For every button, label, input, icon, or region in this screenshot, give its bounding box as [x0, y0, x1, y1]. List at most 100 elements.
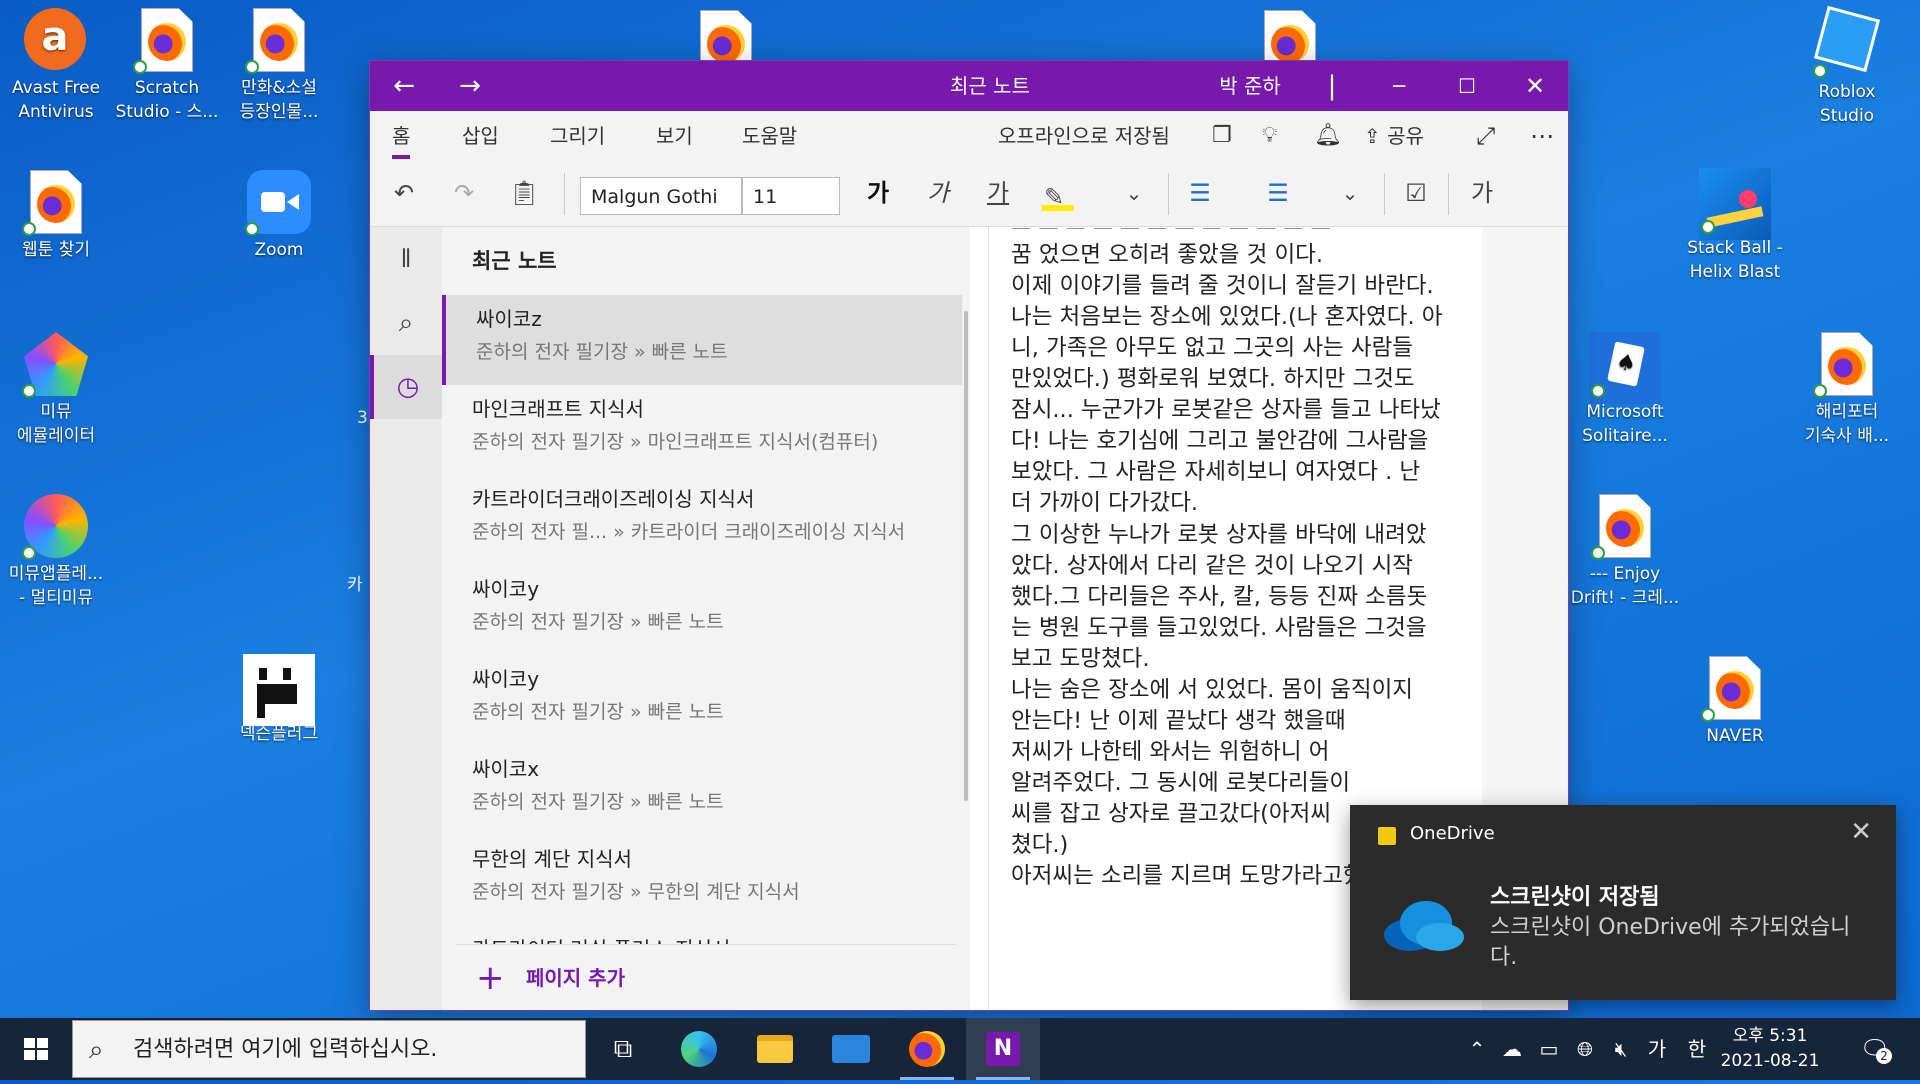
- font-name-box[interactable]: Malgun Gothi: [580, 177, 742, 215]
- desktop-icon-roblox-studio[interactable]: Roblox Studio: [1792, 5, 1902, 128]
- desktop-icon-solitaire[interactable]: ♠ Microsoft Solitaire...: [1570, 332, 1680, 448]
- onedrive-cloud-icon: [1384, 901, 1464, 951]
- desktop-icon-enjoy-drift[interactable]: --- Enjoy Drift! - 크레...: [1570, 494, 1680, 610]
- cutoff-line: ㅡ ㅡ ㅡ ㅡ ㅡ ㅡ ㅡ ㅡ ㅡ ㅡ ㅡ ㅡ: [1011, 227, 1451, 229]
- desktop-icon-label: Roblox Studio: [1818, 82, 1876, 126]
- toast-app-name: OneDrive: [1410, 823, 1495, 844]
- underline-button[interactable]: 가: [976, 173, 1020, 213]
- note-path: 준하의 전자 필기장 » 빠른 노트: [472, 791, 724, 813]
- ime-mode-indicator[interactable]: 가: [1640, 1018, 1674, 1080]
- undo-icon[interactable]: ↶: [384, 173, 424, 213]
- desktop-icon-avast[interactable]: a Avast Free Antivirus: [1, 8, 111, 124]
- add-page-button[interactable]: + 페이지 추가: [456, 944, 956, 1010]
- desktop-icon-nexon-plug[interactable]: 넥슨플러그: [224, 654, 334, 746]
- ime-language-indicator[interactable]: 한: [1680, 1018, 1714, 1080]
- maximize-icon[interactable]: ☐: [1438, 61, 1496, 111]
- chevron-down-icon[interactable]: ⌄: [1114, 173, 1154, 213]
- clock[interactable]: 오후 5:31 2021-08-21: [1715, 1024, 1825, 1074]
- bell-icon[interactable]: 🔔︎: [1314, 111, 1342, 161]
- desktop-icon-naver[interactable]: NAVER: [1680, 656, 1790, 748]
- list-item[interactable]: 무한의 계단 지식서 준하의 전자 필기장 » 무한의 계단 지식서: [442, 835, 962, 925]
- list-item[interactable]: 싸이코y 준하의 전자 필기장 » 빠른 노트: [442, 565, 962, 655]
- tab-help[interactable]: 도움말: [742, 111, 797, 161]
- clipboard-icon[interactable]: 📋︎: [504, 173, 544, 213]
- todo-tag-icon[interactable]: ☑: [1394, 173, 1438, 213]
- share-button[interactable]: ⇪ 공유: [1364, 111, 1424, 161]
- desktop-icon-stack-ball[interactable]: Stack Ball - Helix Blast: [1680, 168, 1790, 284]
- firefox-icon[interactable]: [890, 1018, 964, 1080]
- desktop-icon-harry-potter[interactable]: 해리포터 기숙사 배...: [1792, 332, 1902, 448]
- recent-clock-icon[interactable]: ◷: [370, 355, 442, 419]
- show-hidden-icons-chevron[interactable]: ⌃: [1462, 1018, 1492, 1080]
- start-button[interactable]: [0, 1018, 72, 1080]
- forward-arrow-icon[interactable]: →: [450, 61, 490, 111]
- desktop-icon-partial[interactable]: [700, 10, 752, 74]
- list-item[interactable]: 싸이코z 준하의 전자 필기장 » 빠른 노트: [442, 295, 962, 385]
- notification-center-icon[interactable]: 🗨︎ 2: [1850, 1018, 1900, 1080]
- expand-icon[interactable]: ⤢: [1476, 111, 1495, 161]
- note-title: 무한의 계단 지식서: [472, 847, 632, 871]
- desktop-icon-zoom[interactable]: Zoom: [224, 170, 334, 262]
- user-name[interactable]: 박 준하: [1190, 61, 1310, 111]
- styles-button[interactable]: 가: [1460, 173, 1504, 213]
- onenote-icon[interactable]: N: [966, 1018, 1040, 1080]
- file-explorer-icon[interactable]: [738, 1018, 812, 1080]
- avast-icon: a: [24, 8, 88, 72]
- desktop-icon-scratch[interactable]: Scratch Studio - 스...: [112, 8, 222, 124]
- note-line: 다! 나는 호기심에 그리고 불안감에 그사람을: [1011, 428, 1429, 454]
- list-item[interactable]: 마인크래프트 지식서 준하의 전자 필기장 » 마인크래프트 지식서(컴퓨터): [442, 385, 962, 475]
- notebook-list-icon[interactable]: ❐: [1212, 111, 1232, 161]
- tab-view[interactable]: 보기: [656, 111, 693, 161]
- onedrive-toast[interactable]: OneDrive ✕ 스크린샷이 저장됨 스크린샷이 OneDrive에 추가되…: [1350, 805, 1896, 1000]
- network-globe-icon[interactable]: 🌐︎: [1568, 1018, 1602, 1080]
- minimize-icon[interactable]: ─: [1370, 61, 1428, 111]
- note-path: 준하의 전자 필기장 » 마인크래프트 지식서(컴퓨터): [472, 431, 879, 453]
- italic-button[interactable]: 가: [916, 173, 960, 213]
- numbered-list-icon[interactable]: ☰: [1256, 173, 1300, 213]
- redo-icon[interactable]: ↷: [444, 173, 484, 213]
- desktop-icon-label: 미뮤 에뮬레이터: [16, 402, 96, 446]
- more-options-icon[interactable]: ⋯: [1530, 111, 1554, 161]
- taskbar-search-box[interactable]: ⌕ 검색하려면 여기에 입력하십시오.: [72, 1020, 586, 1078]
- list-item[interactable]: 싸이코x 준하의 전자 필기장 » 빠른 노트: [442, 745, 962, 835]
- list-scrollbar[interactable]: [964, 311, 968, 801]
- lightbulb-icon[interactable]: 💡︎: [1262, 111, 1277, 161]
- bold-button[interactable]: 가: [856, 173, 900, 213]
- notebooks-icon[interactable]: 𝍪: [370, 227, 442, 291]
- clock-date: 2021-08-21: [1720, 1051, 1820, 1071]
- close-icon[interactable]: ✕: [1850, 817, 1872, 847]
- close-icon[interactable]: ✕: [1506, 61, 1564, 111]
- desktop-icon-label: NAVER: [1706, 726, 1764, 746]
- desktop-icon-partial[interactable]: [1264, 10, 1316, 74]
- desktop-icon-partial-label: 3: [357, 408, 368, 428]
- title-bar: ← → 최근 노트 박 준하 | ─ ☐ ✕: [370, 61, 1568, 111]
- chevron-down-icon[interactable]: ⌄: [1330, 173, 1370, 213]
- tab-draw[interactable]: 그리기: [550, 111, 605, 161]
- volume-muted-icon[interactable]: 🔇︎: [1604, 1018, 1638, 1080]
- desktop-icon-label: 해리포터 기숙사 배...: [1804, 402, 1890, 446]
- desktop-icon-memu-multi[interactable]: 미뮤앱플레... - 멀티미뮤: [1, 494, 111, 610]
- tab-insert[interactable]: 삽입: [462, 111, 499, 161]
- note-line: 했다.그 다리들은 주사, 칼, 등등 진짜 소름돗: [1011, 584, 1428, 610]
- mail-icon[interactable]: [814, 1018, 888, 1080]
- desktop-icon-label: 만화&소설 등장인물...: [239, 78, 319, 122]
- font-size-box[interactable]: 11: [742, 177, 840, 215]
- task-view-icon[interactable]: ⧉: [586, 1018, 660, 1080]
- bullet-list-icon[interactable]: ☰: [1178, 173, 1222, 213]
- memu-icon: [22, 332, 88, 398]
- back-arrow-icon[interactable]: ←: [384, 61, 424, 111]
- desktop-icon-manhwa[interactable]: 만화&소설 등장인물...: [224, 8, 334, 124]
- stack-ball-icon: [1699, 168, 1771, 240]
- list-item[interactable]: 카트라이더크래이즈레이싱 지식서 준하의 전자 필... » 카트라이더 크래이…: [442, 475, 962, 565]
- list-item[interactable]: 싸이코y 준하의 전자 필기장 » 빠른 노트: [442, 655, 962, 745]
- search-icon[interactable]: ⌕: [370, 291, 442, 355]
- edge-icon[interactable]: [662, 1018, 736, 1080]
- ribbon-toolbar: ↶ ↷ 📋︎ Malgun Gothi 11 가 가 가 ✎ ⌄ ☰ ☰ ⌄ ☑…: [370, 161, 1568, 227]
- battery-icon[interactable]: ▭: [1532, 1018, 1566, 1080]
- tab-home[interactable]: 홈: [392, 111, 411, 161]
- highlighter-icon[interactable]: ✎: [1036, 173, 1080, 213]
- desktop-icon-memu[interactable]: 미뮤 에뮬레이터: [1, 332, 111, 448]
- onedrive-tray-icon[interactable]: ☁: [1494, 1018, 1530, 1080]
- desktop-icon-webtoon[interactable]: 웹툰 찾기: [1, 170, 111, 262]
- separator: [564, 173, 565, 215]
